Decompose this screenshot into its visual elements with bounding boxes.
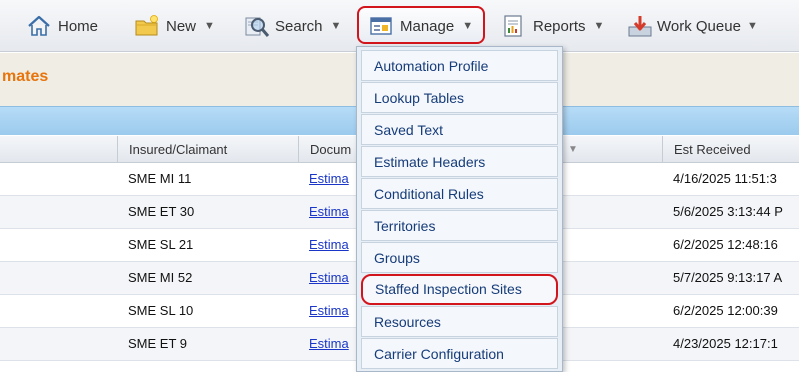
row-cell-blank [0,229,117,262]
reports-caret-icon: ▼ [593,20,605,32]
document-link[interactable]: Estima [309,270,349,285]
est-received-cell: 5/7/2025 9:13:17 A [673,270,783,285]
menu-item-saved-text[interactable]: Saved Text [361,114,558,145]
new-folder-icon [134,13,160,39]
main-toolbar: Home New ▼ Search ▼ Manage ▼ Reports ▼ W… [0,0,799,52]
new-caret-icon: ▼ [204,20,215,32]
new-label: New [166,17,197,35]
column-header-est-received[interactable]: Est Received [662,136,799,163]
menu-item-staffed-inspection-sites[interactable]: Staffed Inspection Sites [361,274,558,305]
home-label: Home [58,17,99,35]
est-received-cell: 6/2/2025 12:48:16 [673,237,778,252]
menu-item-carrier-configuration[interactable]: Carrier Configuration [361,338,558,369]
work-queue-menu-button[interactable]: Work Queue ▼ [627,0,758,52]
new-menu-button[interactable]: New ▼ [134,0,215,52]
reports-icon [501,13,527,39]
menu-item-territories[interactable]: Territories [361,210,558,241]
menu-item-estimate-headers[interactable]: Estimate Headers [361,146,558,177]
work-queue-caret-icon: ▼ [746,20,758,32]
est-received-cell: 4/23/2025 12:17:1 [673,336,778,351]
row-cell-blank [0,262,117,295]
est-received-cell: 4/16/2025 11:51:3 [673,171,777,186]
search-caret-icon: ▼ [330,20,342,32]
insured-cell: SME ET 30 [128,204,195,219]
row-cell-blank [0,163,117,196]
row-cell-blank [0,196,117,229]
insured-cell: SME SL 21 [128,237,194,252]
reports-menu-button[interactable]: Reports ▼ [501,0,604,52]
search-menu-button[interactable]: Search ▼ [243,0,341,52]
est-received-cell: 6/2/2025 12:00:39 [673,303,778,318]
menu-item-groups[interactable]: Groups [361,242,558,273]
insured-cell: SME MI 52 [128,270,193,285]
document-link[interactable]: Estima [309,204,349,219]
home-button[interactable]: Home [26,0,98,52]
search-label: Search [275,17,323,35]
insured-cell: SME SL 10 [128,303,194,318]
menu-item-conditional-rules[interactable]: Conditional Rules [361,178,558,209]
document-link[interactable]: Estima [309,336,349,351]
menu-item-automation-profile[interactable]: Automation Profile [361,50,558,81]
menu-item-lookup-tables[interactable]: Lookup Tables [361,82,558,113]
menu-item-resources[interactable]: Resources [361,306,558,337]
column-header-blank[interactable] [0,136,117,163]
est-received-cell: 5/6/2025 3:13:44 P [673,204,783,219]
row-cell-blank [0,295,117,328]
manage-menu-button[interactable]: Manage ▼ [368,0,473,52]
document-link[interactable]: Estima [309,237,349,252]
document-link[interactable]: Estima [309,303,349,318]
manage-dropdown-menu: Automation Profile Lookup Tables Saved T… [356,46,563,372]
reports-label: Reports [533,17,586,35]
column-filter-icon[interactable]: ▼ [568,136,578,163]
page-title: mates [2,68,49,85]
work-queue-label: Work Queue [657,17,741,35]
manage-label: Manage [400,17,455,35]
home-icon [26,13,52,39]
search-icon [243,13,270,39]
row-cell-blank [0,328,117,361]
insured-cell: SME MI 11 [128,171,192,186]
document-link[interactable]: Estima [309,171,349,186]
column-header-insured-claimant[interactable]: Insured/Claimant [117,136,298,163]
manage-icon [368,13,394,39]
insured-cell: SME ET 9 [128,336,188,351]
work-queue-icon [627,13,653,39]
manage-caret-icon: ▼ [462,20,474,32]
